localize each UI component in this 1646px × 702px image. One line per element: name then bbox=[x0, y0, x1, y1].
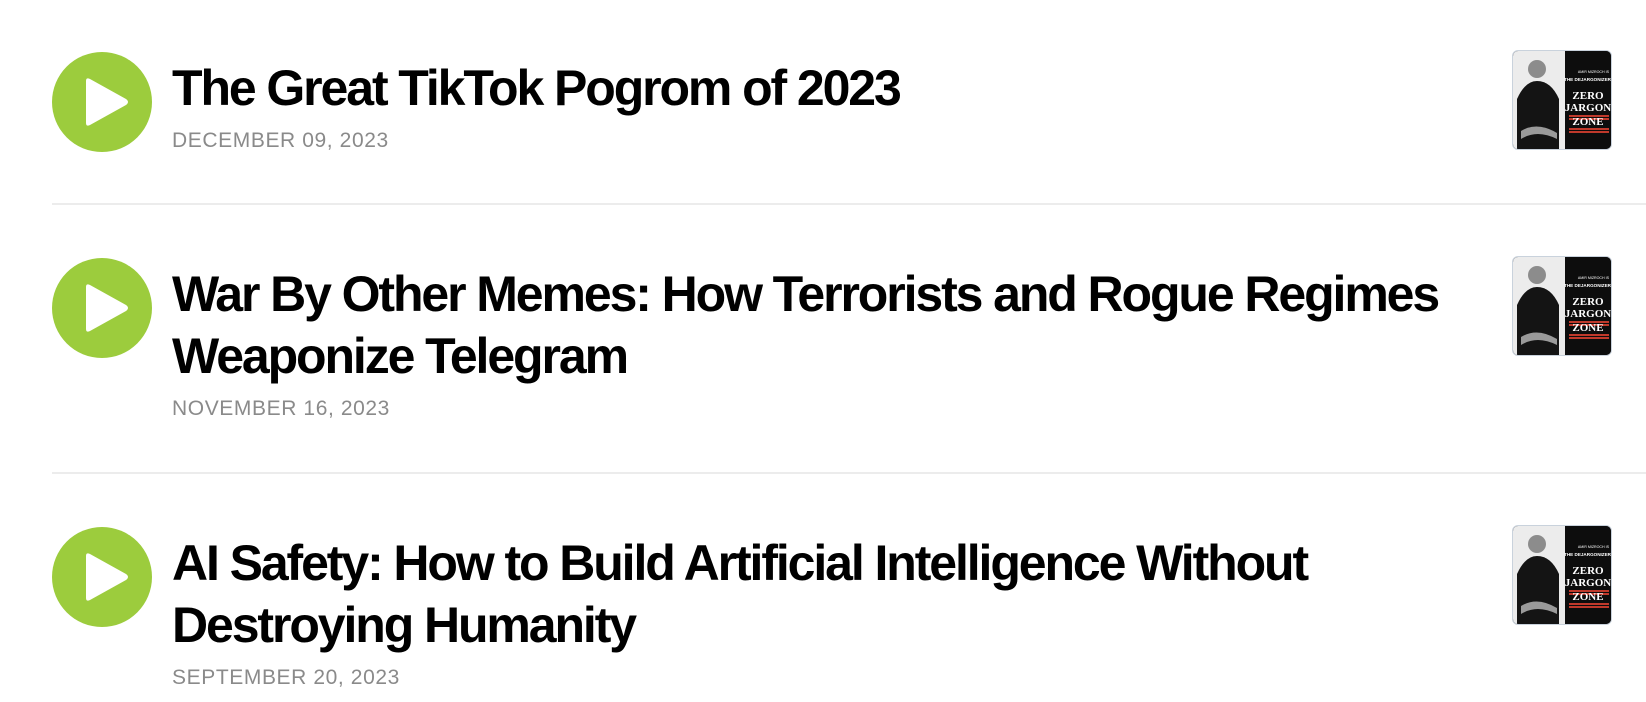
cover-title-line2: JARGON bbox=[1565, 102, 1612, 114]
cover-byline: AMIR MIZROCH IS bbox=[1578, 70, 1610, 74]
play-button[interactable] bbox=[52, 527, 152, 627]
cover-title-line3: ZONE bbox=[1572, 322, 1603, 334]
episode-divider bbox=[52, 203, 1646, 205]
episode-divider bbox=[52, 472, 1646, 474]
cover-title-line3: ZONE bbox=[1572, 591, 1603, 603]
cover-title-line3: ZONE bbox=[1572, 116, 1603, 128]
cover-show-name: THE DEJARGONIZER bbox=[1564, 552, 1612, 557]
play-button[interactable] bbox=[52, 258, 152, 358]
episode-title[interactable]: War By Other Memes: How Terrorists and R… bbox=[172, 263, 1472, 387]
episode-cover-art[interactable]: AMIR MIZROCH IS THE DEJARGONIZER ZERO JA… bbox=[1512, 525, 1612, 625]
host-photo bbox=[1528, 266, 1546, 284]
episode-list: The Great TikTok Pogrom of 2023 DECEMBER… bbox=[0, 0, 1646, 702]
episode-date: NOVEMBER 16, 2023 bbox=[172, 397, 390, 420]
host-photo bbox=[1528, 535, 1546, 553]
cover-title-line1: ZERO bbox=[1572, 90, 1604, 102]
cover-show-name: THE DEJARGONIZER bbox=[1564, 77, 1612, 82]
cover-title-line2: JARGON bbox=[1565, 308, 1612, 320]
cover-title-line2: JARGON bbox=[1565, 577, 1612, 589]
cover-byline: AMIR MIZROCH IS bbox=[1578, 276, 1610, 280]
cover-show-name: THE DEJARGONIZER bbox=[1564, 283, 1612, 288]
episode-title[interactable]: AI Safety: How to Build Artificial Intel… bbox=[172, 532, 1472, 656]
episode-cover-art[interactable]: AMIR MIZROCH IS THE DEJARGONIZER ZERO JA… bbox=[1512, 50, 1612, 150]
play-button[interactable] bbox=[52, 52, 152, 152]
play-icon bbox=[86, 553, 128, 601]
cover-byline: AMIR MIZROCH IS bbox=[1578, 545, 1610, 549]
episode-date: SEPTEMBER 20, 2023 bbox=[172, 666, 400, 689]
episode-title[interactable]: The Great TikTok Pogrom of 2023 bbox=[172, 57, 1472, 119]
cover-title-line1: ZERO bbox=[1572, 296, 1604, 308]
episode-date: DECEMBER 09, 2023 bbox=[172, 129, 389, 152]
play-icon bbox=[86, 284, 128, 332]
episode-cover-art[interactable]: AMIR MIZROCH IS THE DEJARGONIZER ZERO JA… bbox=[1512, 256, 1612, 356]
play-icon bbox=[86, 78, 128, 126]
host-photo bbox=[1528, 60, 1546, 78]
cover-title-line1: ZERO bbox=[1572, 565, 1604, 577]
